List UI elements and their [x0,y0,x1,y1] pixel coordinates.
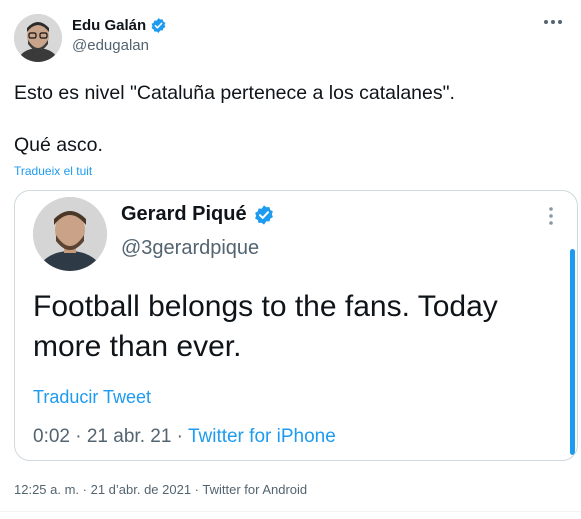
quoted-author-name-text[interactable]: Gerard Piqué [121,203,247,226]
verified-badge-icon [151,18,166,33]
quoted-author-name[interactable]: Gerard Piqué [121,203,275,226]
more-dots-icon[interactable] [545,205,557,227]
author-name[interactable]: Edu Galán [72,17,167,34]
tweet-text: Esto es nivel "Cataluña pertenece a los … [14,82,455,156]
translate-tweet-link[interactable]: Tradueix el tuit [14,164,92,178]
quoted-translate-link[interactable]: Traducir Tweet [33,387,151,408]
quoted-tweet-meta: 0:02 · 21 abr. 21 · Twitter for iPhone [33,426,336,448]
author-handle[interactable]: @edugalan [72,37,149,54]
author-avatar[interactable] [14,14,62,62]
quoted-tweet-time[interactable]: 0:02 · 21 abr. 21 · [33,426,188,447]
tweet-meta[interactable]: 12:25 a. m. · 21 d’abr. de 2021 · Twitte… [14,482,307,497]
author-name-text[interactable]: Edu Galán [72,17,146,34]
more-dots-icon[interactable] [539,12,567,32]
verified-badge-icon [254,204,273,225]
quoted-tweet-source[interactable]: Twitter for iPhone [188,426,336,447]
quoted-tweet-text: Football belongs to the fans. Today more… [33,290,498,363]
quoted-author-avatar[interactable] [33,197,107,271]
quoted-author-handle[interactable]: @3gerardpique [121,237,259,260]
scrollbar[interactable] [570,249,575,455]
quoted-tweet-card[interactable]: Gerard Piqué @3gerardpique Football belo… [14,190,578,461]
divider [0,511,581,512]
